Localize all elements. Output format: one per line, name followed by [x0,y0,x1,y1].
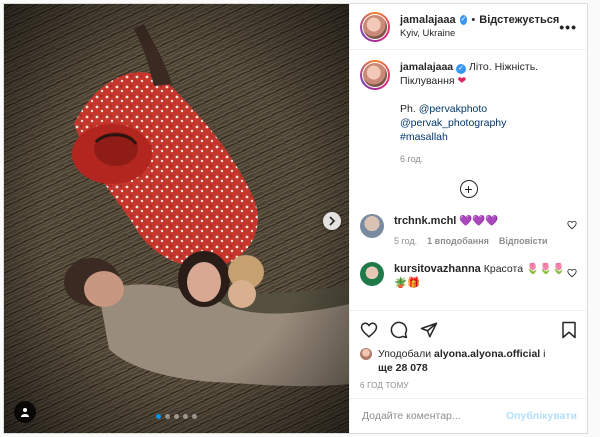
post-actions: Уподобали alyona.alyona.official і ще 28… [350,310,587,398]
post-dialog: jamalajaaa ✓ • Відстежується Kyiv, Ukrai… [3,3,588,434]
heart-icon[interactable] [567,268,577,278]
reply-button[interactable]: Відповісти [499,234,548,248]
separator: • [471,13,476,26]
load-more-icon[interactable]: + [459,180,478,198]
heart-icon[interactable] [567,220,577,230]
comment-button[interactable] [390,321,408,339]
author-avatar[interactable] [360,11,390,42]
post-side-panel: jamalajaaa ✓ • Відстежується Kyiv, Ukrai… [349,4,587,433]
likes-suffix: і [543,348,546,360]
comment-input[interactable] [360,409,506,423]
comment-text: 💜💜💜 [459,215,499,227]
heart-emoji: ❤ [457,75,467,87]
photo-credit-label: Ph. [400,103,416,115]
comment-item: trchnk.mchl 💜💜💜 5 год. 1 вподобання Відп… [360,214,577,248]
carousel-dot [156,414,161,419]
following-button[interactable]: Відстежується [479,13,559,27]
tag-user-icon [21,408,29,417]
hashtag-link[interactable]: #masallah [400,130,577,144]
add-comment-bar: Опублікувати [350,398,587,433]
comment-icon [390,321,408,339]
carousel-next-button[interactable] [323,212,341,230]
carousel-dot [174,414,179,419]
post-caption: jamalajaaa ✓ Літо. Ніжність. Піклування … [360,60,577,166]
more-icon[interactable]: ••• [559,19,577,35]
comments-list: jamalajaaa ✓ Літо. Ніжність. Піклування … [350,50,587,310]
comment-item: kursitovazhanna Красота 🌷🌷🌷 🪴🎁 [360,262,577,290]
tagged-users-button[interactable] [14,401,36,423]
caption-time[interactable]: 6 год. [400,152,577,166]
post-location[interactable]: Kyiv, Ukraine [400,27,559,41]
comment-likes[interactable]: 1 вподобання [427,234,489,248]
next-arrow-icon [329,216,336,226]
post-photo[interactable] [4,4,349,433]
verified-icon: ✓ [459,14,468,25]
commenter-avatar[interactable] [360,262,384,286]
share-icon [420,322,438,338]
likes-count[interactable]: ще 28 078 [378,362,428,374]
share-button[interactable] [420,321,438,339]
load-more-comments[interactable]: + [360,180,577,198]
commenter-avatar[interactable] [360,214,384,238]
carousel-dot [192,414,197,419]
post-header: jamalajaaa ✓ • Відстежується Kyiv, Ukrai… [350,4,587,50]
comment-time[interactable]: 5 год. [394,234,417,248]
caption-username[interactable]: jamalajaaa [400,61,453,73]
caption-avatar[interactable] [360,60,390,90]
likes-summary: Уподобали alyona.alyona.official і ще 28… [360,347,577,375]
carousel-dot [183,414,188,419]
post-timestamp[interactable]: 6 ГОД ТОМУ [360,381,577,390]
comment-text: Красота 🌷🌷🌷 [483,263,566,275]
author-username[interactable]: jamalajaaa [400,13,456,27]
carousel-indicator [4,414,349,419]
publish-button[interactable]: Опублікувати [506,410,577,422]
save-icon [562,321,576,339]
comment-text-line2: 🪴🎁 [394,277,421,289]
like-button[interactable] [360,321,378,339]
comment-username[interactable]: kursitovazhanna [394,263,481,275]
mention-link[interactable]: @pervak_photography [400,116,577,130]
comment-username[interactable]: trchnk.mchl [394,215,456,227]
save-button[interactable] [561,321,577,339]
liker-username[interactable]: alyona.alyona.official [434,348,540,360]
mention-link[interactable]: @pervakphoto [419,103,487,115]
likes-prefix: Уподобали [378,348,432,360]
liker-avatar[interactable] [360,348,372,360]
verified-icon: ✓ [456,64,467,74]
carousel-dot [165,414,170,419]
heart-icon [360,322,378,338]
photo-illustration [4,4,349,433]
